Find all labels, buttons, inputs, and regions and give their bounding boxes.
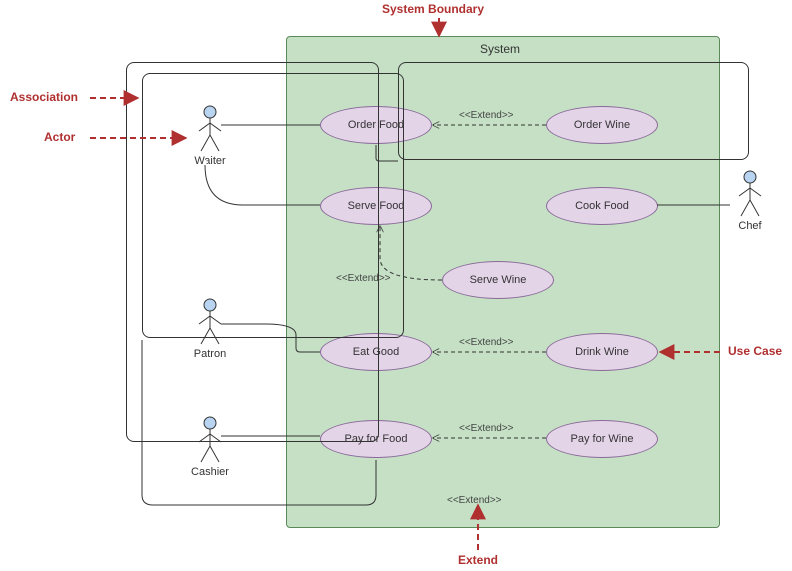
extend-label: <<Extend>> — [336, 273, 391, 284]
diagram-canvas: System Order Food Order Wine Serve Food … — [0, 0, 792, 571]
callout-association: Association — [10, 90, 78, 104]
usecase-pay-wine: Pay for Wine — [546, 420, 658, 458]
association-line — [126, 62, 379, 442]
extend-label: <<Extend>> — [459, 337, 514, 348]
association-line — [398, 62, 749, 160]
callout-actor: Actor — [44, 130, 75, 144]
callout-system-boundary: System Boundary — [382, 2, 484, 16]
extend-label: <<Extend>> — [447, 495, 502, 506]
extend-label: <<Extend>> — [459, 110, 514, 121]
system-label: System — [480, 42, 520, 56]
actor-chef: Chef — [730, 170, 770, 232]
usecase-cook-food: Cook Food — [546, 187, 658, 225]
usecase-drink-wine: Drink Wine — [546, 333, 658, 371]
callout-use-case: Use Case — [728, 344, 782, 358]
actor-label: Cashier — [190, 466, 230, 478]
actor-label: Chef — [730, 220, 770, 232]
stickfigure-icon — [735, 170, 765, 218]
usecase-serve-wine: Serve Wine — [442, 261, 554, 299]
callout-extend: Extend — [458, 553, 498, 567]
extend-label: <<Extend>> — [459, 423, 514, 434]
